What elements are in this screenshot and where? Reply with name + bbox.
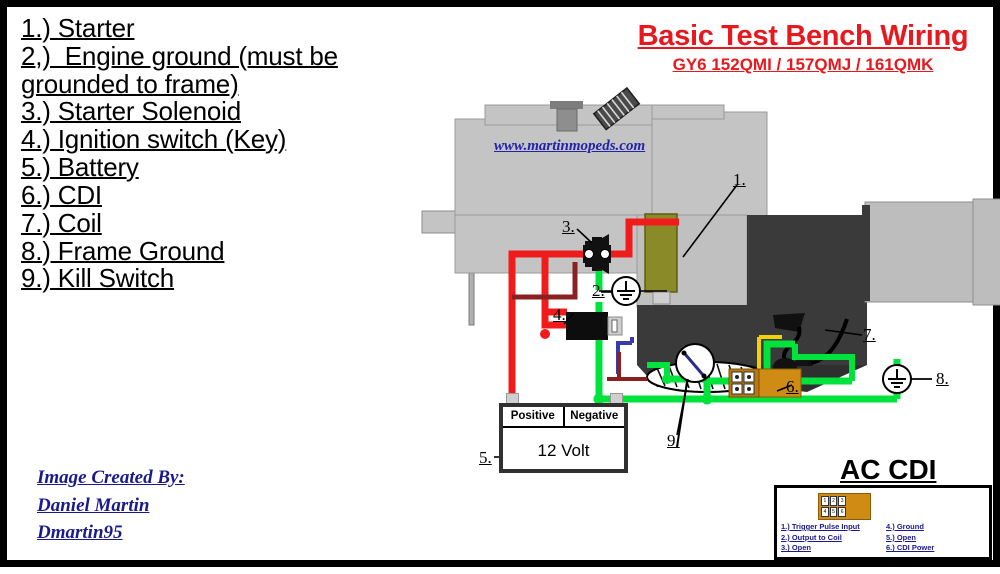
cdi-pinout-item: 1.) Trigger Pulse Input: [781, 522, 860, 531]
battery-block: Positive Negative 12 Volt: [499, 403, 628, 473]
engine-ground-symbol: [599, 276, 667, 306]
callout-solenoid: 3.: [562, 217, 575, 236]
cdi-pinout-item: 4.) Ground: [886, 522, 924, 531]
cdi-pin: 3: [838, 496, 846, 506]
ac-cdi-heading: AC CDI: [840, 454, 937, 485]
callout-ignition: 4.: [553, 305, 566, 324]
callout-battery: 5.: [479, 448, 492, 467]
ac-cdi-panel: 1 2 3 4 5 6 1.) Trigger Pulse Input 2.) …: [774, 485, 992, 560]
cdi-pin-grid: 1 2 3 4 5 6: [821, 496, 846, 517]
cdi-pinout-item: 3.) Open: [781, 543, 812, 553]
callout-frame-ground: 8.: [936, 369, 949, 388]
cdi-pinout-item: 5.) Open: [886, 532, 917, 542]
battery-positive-label: Positive: [503, 407, 565, 426]
cdi-pinout-left-column: 1.) Trigger Pulse Input 2.) Output to Co…: [781, 522, 886, 554]
callout-engine-ground: 2.: [592, 281, 605, 300]
callout-starter: 1.: [733, 170, 746, 189]
cdi-pin: 4: [821, 507, 829, 517]
battery-header-row: Positive Negative: [503, 407, 624, 428]
cdi-pinout-right-column: 4.) Ground 5.) Open 6.) CDI Power: [886, 522, 991, 554]
site-watermark: www.martinmopeds.com: [494, 138, 646, 154]
ignition-switch-part: [566, 312, 623, 340]
cdi-pin: 2: [829, 496, 838, 506]
cdi-pinout-item: 2.) Output to Coil: [781, 532, 842, 542]
cdi-pinout-item: 6.) CDI Power: [886, 543, 935, 553]
diagram-canvas: 1.) Starter 2,) Engine ground (must be g…: [0, 0, 1000, 567]
wire-junction-dot: [540, 329, 550, 339]
cdi-pinout-legend: 1.) Trigger Pulse Input 2.) Output to Co…: [781, 522, 991, 554]
callout-coil: 7.: [863, 325, 876, 344]
battery-voltage: 12 Volt: [537, 441, 590, 460]
battery-negative-label: Negative: [570, 410, 619, 422]
cdi-connector-icon: 1 2 3 4 5 6: [818, 493, 871, 520]
cdi-pin: 1: [821, 496, 829, 506]
callout-kill-switch: 9.: [667, 431, 680, 450]
callout-cdi: 6.: [786, 377, 799, 396]
kill-switch-symbol: [675, 343, 715, 383]
starter-solenoid-part: [583, 234, 611, 274]
cdi-pin: 6: [838, 507, 846, 517]
cdi-pin: 5: [829, 507, 838, 517]
